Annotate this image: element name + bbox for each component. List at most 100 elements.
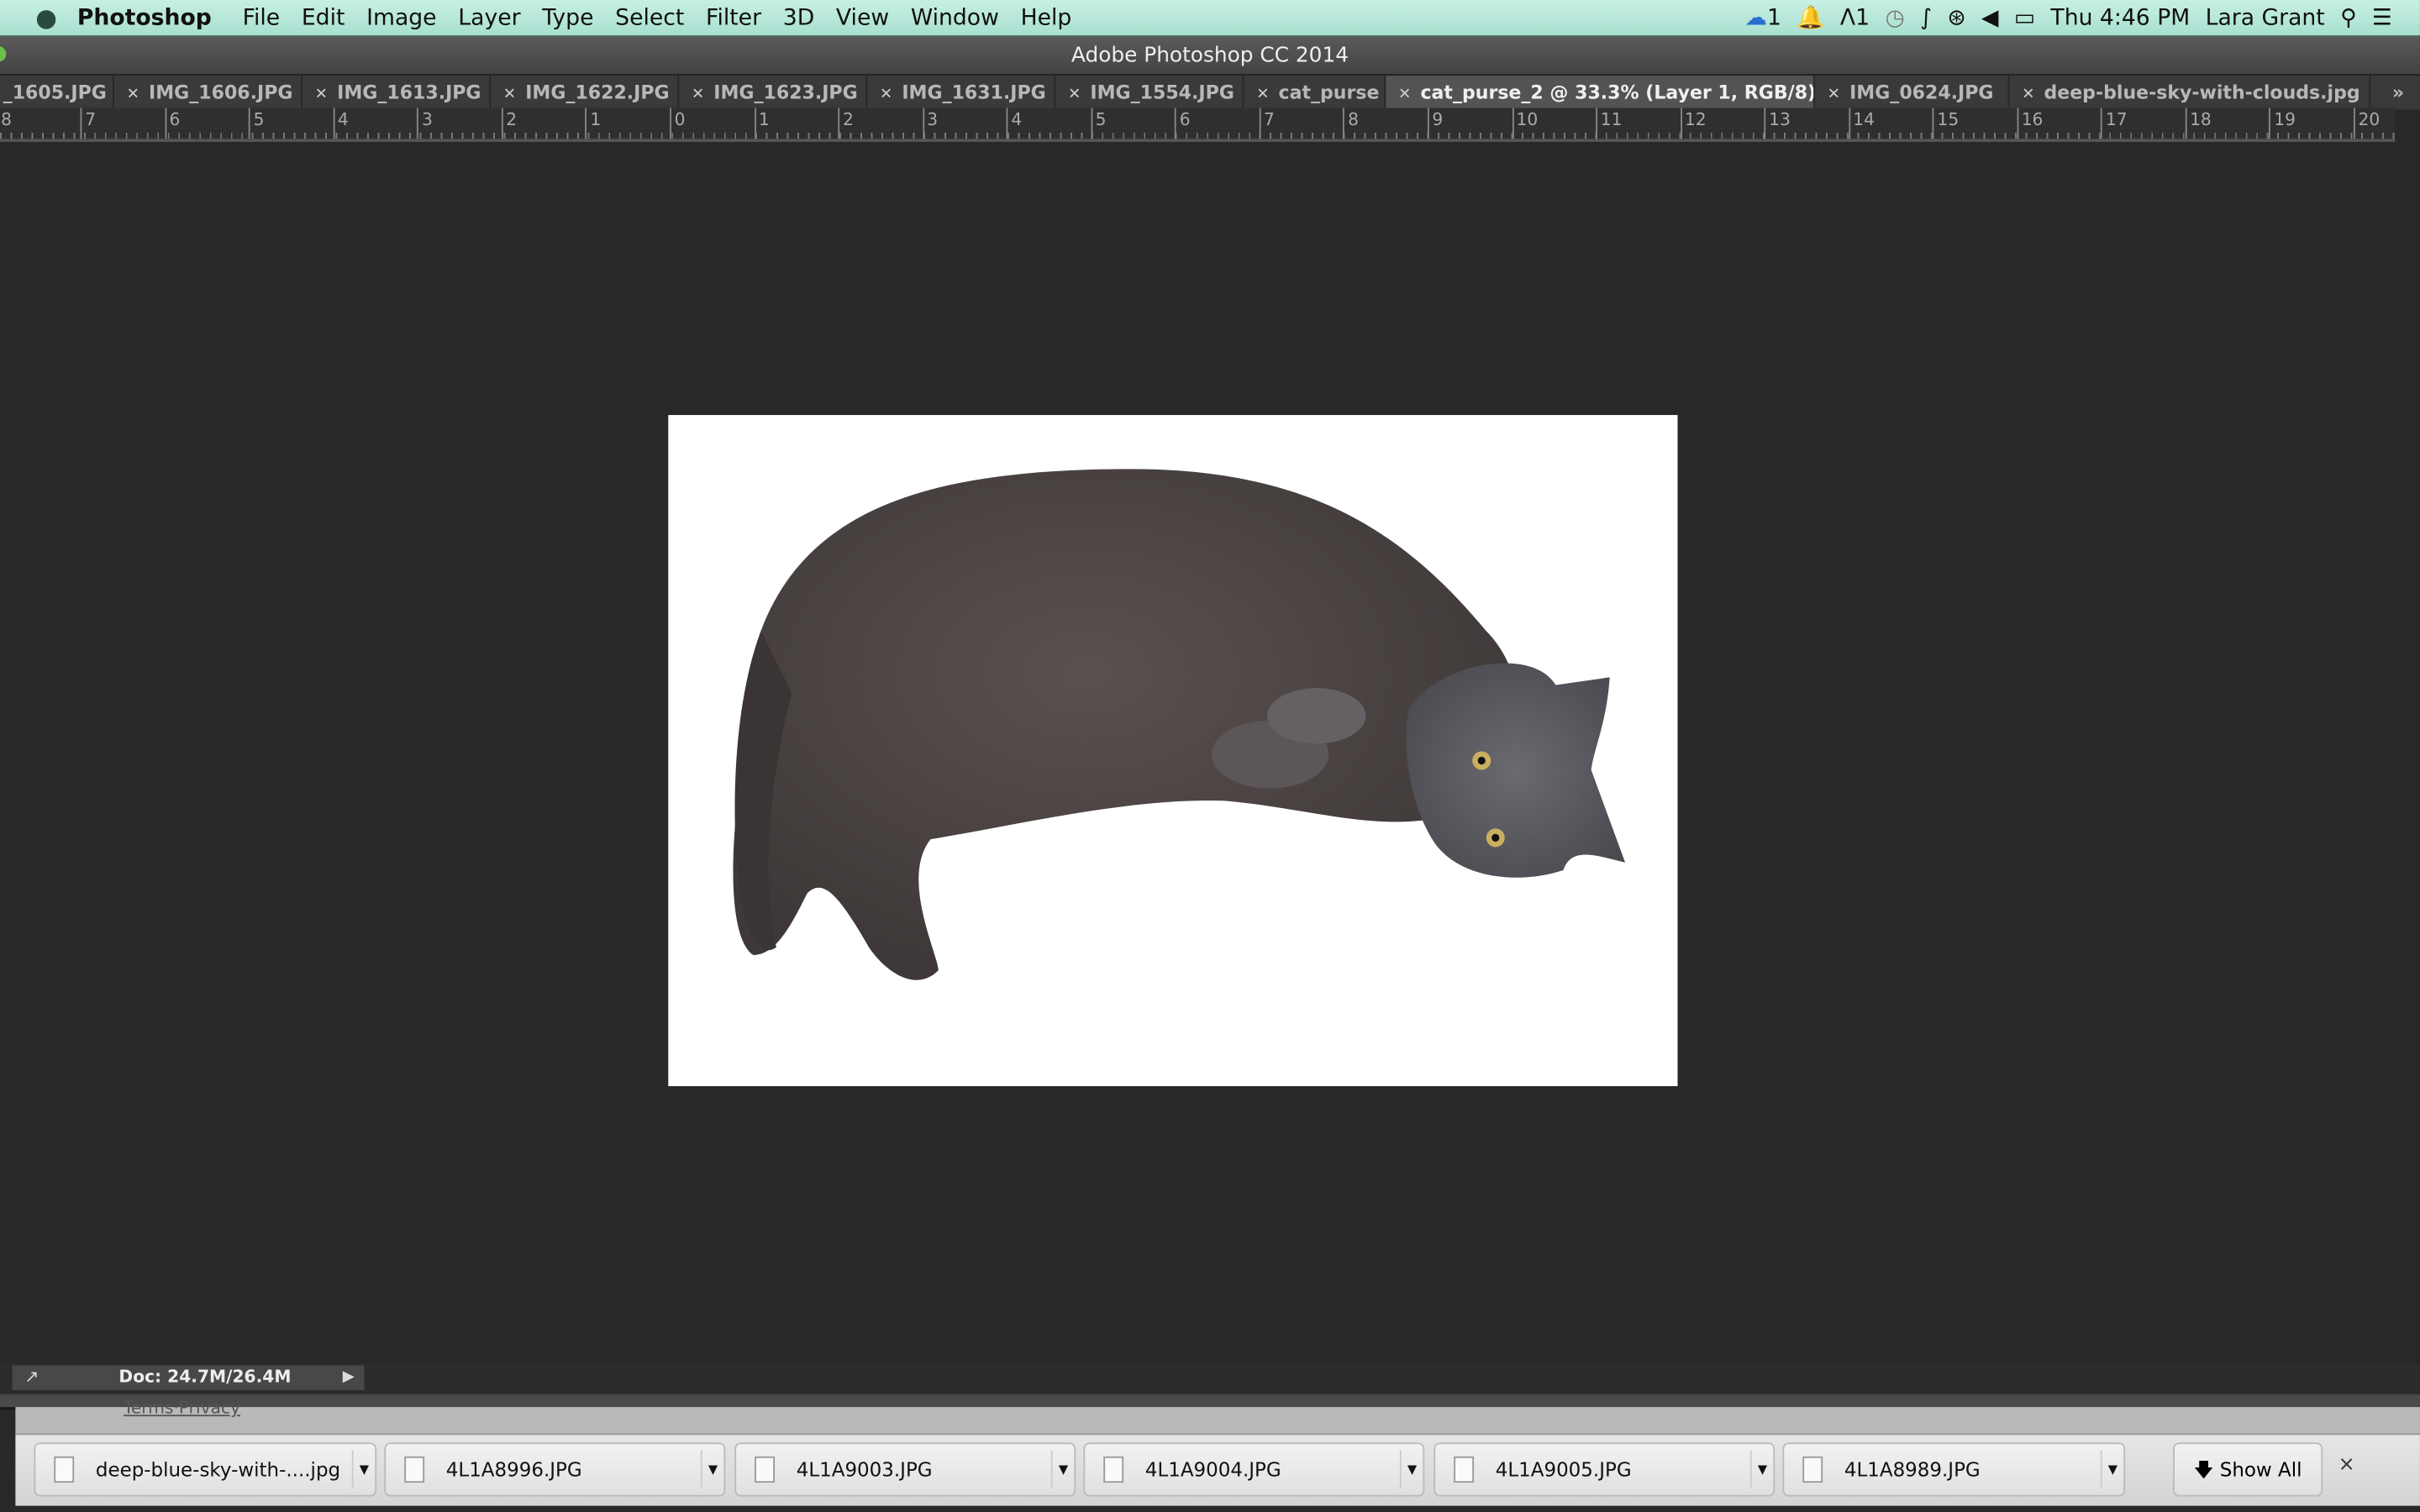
- ruler-label: 0: [670, 108, 685, 139]
- document-canvas[interactable]: [668, 415, 1678, 1087]
- caret-down-icon[interactable]: ▼: [1749, 1450, 1774, 1489]
- horizontal-ruler[interactable]: 8 7 6 5 4 3 2 1 0 1 2 3 4 5 6 7 8 9 10 11 12 13 14 15 16 17 18 19 20: [0, 108, 2396, 142]
- download-name: 4L1A9003.JPG: [796, 1457, 933, 1482]
- close-icon[interactable]: ✕: [1256, 87, 1269, 103]
- tabs-overflow-button[interactable]: »: [2370, 76, 2420, 109]
- file-icon: [755, 1456, 776, 1483]
- ruler-label: 1: [754, 108, 770, 139]
- show-all-button[interactable]: 🡇 Show All: [2173, 1442, 2323, 1497]
- tab-label: cat_purse_2 @ 33.3% (Layer 1, RGB/8) *: [1420, 81, 1815, 104]
- ruler-label: 1: [585, 108, 601, 139]
- notification-center-icon[interactable]: ☰: [2372, 5, 2392, 29]
- ruler-label: 7: [80, 108, 96, 139]
- download-item[interactable]: deep-blue-sky-with-....jpg ▼: [34, 1442, 377, 1497]
- download-arrow-icon: 🡇: [2193, 1457, 2214, 1482]
- menu-view[interactable]: View: [836, 5, 889, 29]
- battery-icon[interactable]: ▭: [2014, 5, 2035, 29]
- tab-label: IMG_1631.JPG: [902, 81, 1046, 104]
- download-name: 4L1A8989.JPG: [1844, 1457, 1981, 1482]
- status-menu-arrow-icon[interactable]: ▶: [343, 1365, 355, 1389]
- spotlight-search-icon[interactable]: ⚲: [2340, 5, 2357, 29]
- apple-menu-icon[interactable]: ●: [31, 3, 62, 33]
- ruler-label: 2: [838, 108, 854, 139]
- close-icon[interactable]: ✕: [1828, 87, 1840, 103]
- cat-paw-2: [1266, 688, 1366, 744]
- menu-3d[interactable]: 3D: [783, 5, 814, 29]
- menu-select[interactable]: Select: [615, 5, 684, 29]
- caret-down-icon[interactable]: ▼: [700, 1450, 724, 1489]
- tab-1613[interactable]: ✕ IMG_1613.JPG: [302, 75, 492, 110]
- tab-label: IMG_0624.JPG: [1849, 81, 1994, 104]
- tab-1631[interactable]: ✕ IMG_1631.JPG: [867, 75, 1056, 110]
- close-icon[interactable]: ✕: [1398, 87, 1411, 103]
- menu-layer[interactable]: Layer: [458, 5, 520, 29]
- tab-cat-purse-2[interactable]: ✕ cat_purse_2 @ 33.3% (Layer 1, RGB/8) *: [1386, 75, 1815, 110]
- tab-1623[interactable]: ✕ IMG_1623.JPG: [679, 75, 868, 110]
- user-name[interactable]: Lara Grant: [2206, 5, 2325, 29]
- close-icon[interactable]: ✕: [692, 87, 704, 103]
- close-icon[interactable]: ✕: [880, 87, 892, 103]
- download-name: deep-blue-sky-with-....jpg: [95, 1457, 341, 1482]
- ruler-label: 3: [417, 108, 433, 139]
- file-icon: [1454, 1456, 1475, 1483]
- ruler-label: 10: [1512, 108, 1538, 139]
- time-machine-icon[interactable]: ◷: [1885, 5, 1904, 29]
- menu-window[interactable]: Window: [911, 5, 999, 29]
- tab-1622[interactable]: ✕ IMG_1622.JPG: [491, 75, 680, 110]
- menu-filter[interactable]: Filter: [706, 5, 761, 29]
- clock[interactable]: Thu 4:46 PM: [2050, 5, 2190, 29]
- bluetooth-icon[interactable]: ∫: [1920, 5, 1932, 29]
- close-icon[interactable]: ✕: [2022, 87, 2034, 103]
- tab-0624[interactable]: ✕ IMG_0624.JPG: [1815, 75, 2010, 110]
- close-icon[interactable]: ✕: [127, 87, 139, 103]
- download-item[interactable]: 4L1A8989.JPG ▼: [1782, 1442, 2126, 1497]
- tab-1605[interactable]: _1605.JPG: [0, 75, 114, 110]
- caret-down-icon[interactable]: ▼: [2100, 1450, 2124, 1489]
- adobe-count: 1: [1855, 5, 1870, 30]
- ruler-label: 8: [0, 108, 12, 139]
- menu-type[interactable]: Type: [542, 5, 593, 29]
- tab-cat-purse[interactable]: ✕ cat_purse: [1244, 75, 1386, 110]
- menu-image[interactable]: Image: [366, 5, 436, 29]
- caret-down-icon[interactable]: ▼: [351, 1450, 376, 1489]
- ruler-label: 6: [1175, 108, 1191, 139]
- caret-down-icon[interactable]: ▼: [1050, 1450, 1075, 1489]
- volume-icon[interactable]: ◀: [1981, 5, 1998, 29]
- tab-label: cat_purse: [1278, 81, 1380, 104]
- download-name: 4L1A8996.JPG: [445, 1457, 582, 1482]
- close-downloads-button[interactable]: ×: [2338, 1453, 2355, 1477]
- download-item[interactable]: 4L1A8996.JPG ▼: [384, 1442, 726, 1497]
- tab-1606[interactable]: ✕ IMG_1606.JPG: [114, 75, 302, 110]
- caret-down-icon[interactable]: ▼: [1399, 1450, 1423, 1489]
- ruler-label: 20: [2353, 108, 2380, 139]
- adobe-icon[interactable]: Λ1: [1840, 5, 1870, 29]
- share-icon[interactable]: ↗: [24, 1365, 39, 1389]
- close-icon[interactable]: ✕: [503, 87, 516, 103]
- notification-bell-icon[interactable]: 🔔: [1797, 5, 1824, 31]
- canvas-area[interactable]: [0, 141, 2420, 1364]
- menu-bar: ● Photoshop File Edit Image Layer Type S…: [0, 0, 2420, 38]
- tab-label: IMG_1554.JPG: [1090, 81, 1234, 104]
- creative-cloud-icon[interactable]: ☁1: [1744, 5, 1781, 29]
- status-bar: ↗ Doc: 24.7M/26.4M ▶: [0, 1363, 2420, 1392]
- close-icon[interactable]: ✕: [1068, 87, 1081, 103]
- wifi-icon[interactable]: ⊛: [1947, 5, 1965, 29]
- ruler-label: 8: [1343, 108, 1359, 139]
- close-icon[interactable]: ✕: [315, 87, 328, 103]
- browser-content-peek: Terms·Privacy: [15, 1398, 2420, 1436]
- menu-app[interactable]: Photoshop: [77, 5, 212, 29]
- download-item[interactable]: 4L1A9003.JPG ▼: [734, 1442, 1076, 1497]
- tab-label: IMG_1613.JPG: [337, 81, 481, 104]
- ruler-label: 17: [2101, 108, 2128, 139]
- tab-deep-blue-sky[interactable]: ✕ deep-blue-sky-with-clouds.jpg: [2009, 75, 2371, 110]
- menu-file[interactable]: File: [243, 5, 281, 29]
- menu-help[interactable]: Help: [1021, 5, 1072, 29]
- download-item[interactable]: 4L1A9004.JPG ▼: [1083, 1442, 1425, 1497]
- tab-1554[interactable]: ✕ IMG_1554.JPG: [1055, 75, 1244, 110]
- doc-info-panel[interactable]: ↗ Doc: 24.7M/26.4M ▶: [12, 1365, 365, 1390]
- download-item[interactable]: 4L1A9005.JPG ▼: [1434, 1442, 1776, 1497]
- terms-privacy-link[interactable]: Terms·Privacy: [124, 1398, 240, 1418]
- cat-image: [733, 469, 1626, 980]
- menu-edit[interactable]: Edit: [302, 5, 345, 29]
- ruler-label: 16: [2017, 108, 2043, 139]
